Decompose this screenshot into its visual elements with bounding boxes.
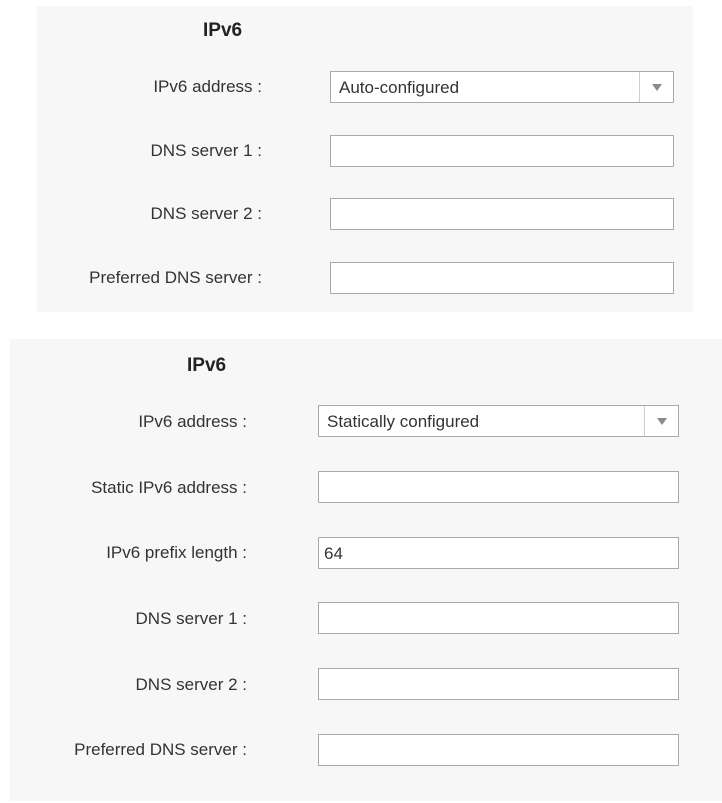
dns-server-1-input[interactable]	[330, 135, 674, 167]
preferred-dns-label: Preferred DNS server :	[89, 268, 262, 287]
chevron-down-icon	[652, 84, 662, 91]
dropdown-button[interactable]	[639, 72, 673, 102]
section-title: IPv6	[187, 355, 227, 376]
dropdown-button[interactable]	[644, 406, 678, 436]
dns-server-1-label: DNS server 1 :	[135, 609, 247, 628]
ipv6-panel-auto: IPv6 IPv6 address : Auto-configured DNS …	[37, 6, 693, 312]
preferred-dns-label: Preferred DNS server :	[74, 740, 247, 759]
ipv6-panel-static: IPv6 IPv6 address : Statically configure…	[10, 339, 722, 801]
dns-server-2-label: DNS server 2 :	[135, 675, 247, 694]
chevron-down-icon	[657, 418, 667, 425]
ipv6-address-select[interactable]: Auto-configured	[330, 71, 674, 103]
dns-server-2-input[interactable]	[330, 198, 674, 230]
ipv6-address-selected-value: Auto-configured	[339, 78, 460, 97]
ipv6-address-selected-value: Statically configured	[327, 412, 480, 431]
ipv6-address-select[interactable]: Statically configured	[318, 405, 679, 437]
preferred-dns-input[interactable]	[330, 262, 674, 294]
ipv6-prefix-length-label: IPv6 prefix length :	[106, 543, 247, 562]
preferred-dns-input[interactable]	[318, 734, 679, 766]
dns-server-1-label: DNS server 1 :	[150, 141, 262, 160]
section-title: IPv6	[203, 20, 243, 41]
dns-server-1-input[interactable]	[318, 602, 679, 634]
dns-server-2-input[interactable]	[318, 668, 679, 700]
static-ipv6-address-input[interactable]	[318, 471, 679, 503]
ipv6-prefix-length-value: 64	[324, 544, 343, 563]
ipv6-address-label: IPv6 address :	[153, 77, 262, 96]
dns-server-2-label: DNS server 2 :	[150, 204, 262, 223]
static-ipv6-address-label: Static IPv6 address :	[91, 478, 247, 497]
ipv6-prefix-length-input[interactable]: 64	[318, 537, 679, 569]
ipv6-address-label: IPv6 address :	[138, 412, 247, 431]
